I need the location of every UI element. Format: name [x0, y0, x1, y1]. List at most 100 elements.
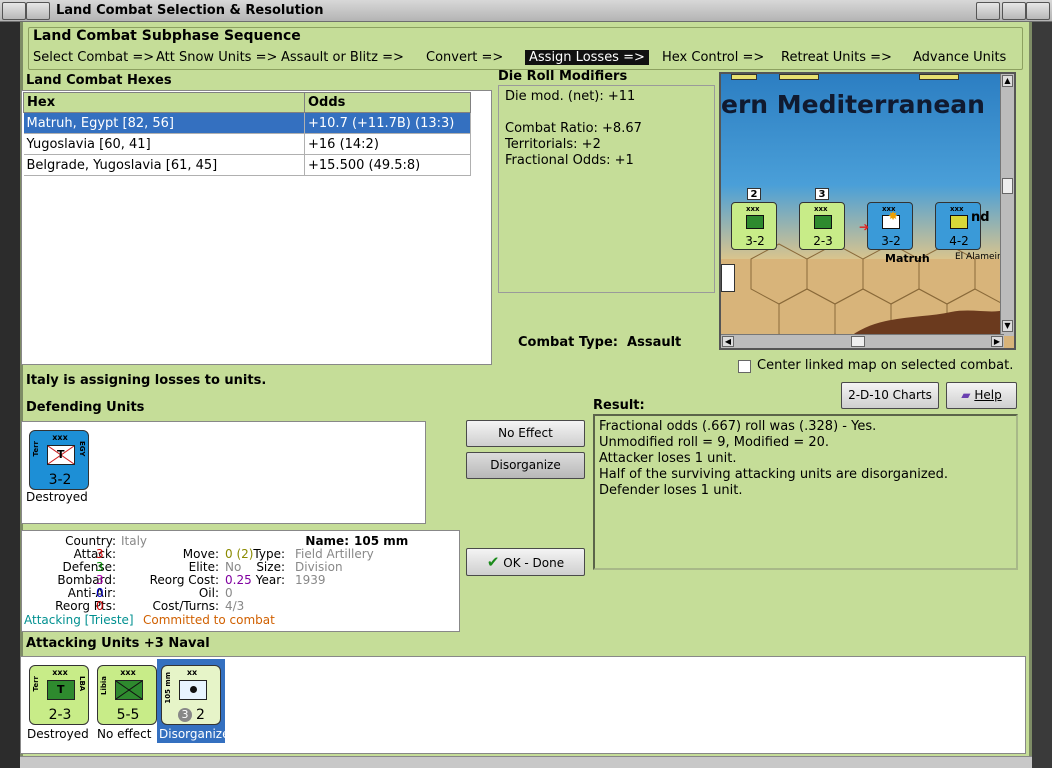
scroll-thumb[interactable]: [851, 336, 865, 347]
scroll-right-icon[interactable]: ▶: [991, 336, 1003, 347]
unit-symbol-icon: [950, 215, 968, 229]
ok-done-button[interactable]: ✔ OK - Done: [466, 548, 585, 576]
help-button[interactable]: ▰ Help: [946, 382, 1017, 409]
minimize-button[interactable]: [26, 2, 50, 20]
center-map-label: Center linked map on selected combat.: [757, 358, 1014, 373]
map-counter-partial[interactable]: [721, 264, 735, 292]
counter-value: 3-2: [745, 234, 765, 248]
map-vertical-scrollbar[interactable]: ▲ ▼: [1000, 74, 1014, 336]
disorganize-button[interactable]: Disorganize: [466, 452, 585, 479]
counter-value: 2: [196, 707, 205, 723]
map-counter-edge: [919, 74, 959, 80]
scroll-thumb[interactable]: [1002, 178, 1013, 194]
country-value: Italy: [121, 534, 148, 548]
ok-done-label: OK - Done: [503, 556, 565, 570]
seq-step-assign-losses: Assign Losses =>: [525, 50, 649, 65]
linked-map[interactable]: ern Mediterranean xxx 3-2 2 xxx 2-3 3 xx…: [719, 72, 1016, 350]
hex-column-header[interactable]: Hex: [23, 92, 305, 113]
territorial-symbol-icon: T: [47, 680, 75, 700]
move-number: 0: [225, 547, 233, 561]
attacking-unit-counter[interactable]: xxx Libia 5-5: [97, 665, 157, 725]
infantry-symbol-icon: [746, 215, 764, 229]
attacking-unit-counter[interactable]: xx 105 mm 3 2: [161, 665, 221, 725]
help-book-icon: ▰: [961, 388, 971, 402]
territorial-symbol-icon: T: [47, 445, 75, 465]
table-row[interactable]: Belgrade, Yugoslavia [61, 45] +15.500 (4…: [23, 154, 471, 176]
map-counter[interactable]: xxx 2-3: [799, 202, 845, 250]
defending-unit-caption: Destroyed: [26, 490, 88, 504]
hex-cell: Belgrade, Yugoslavia [61, 45]: [23, 154, 305, 176]
scroll-down-icon[interactable]: ▼: [1002, 320, 1013, 332]
combat-type-value: Assault: [627, 335, 682, 350]
modifiers-title: Die Roll Modifiers: [498, 69, 628, 84]
table-row[interactable]: Matruh, Egypt [82, 56] +10.7 (+11.7B) (1…: [23, 112, 471, 134]
counter-value: 4-2: [949, 234, 969, 248]
title-bar: Land Combat Selection & Resolution: [0, 0, 1052, 22]
scroll-left-icon[interactable]: ◀: [722, 336, 734, 347]
attacking-unit-caption: Destroyed: [27, 727, 89, 741]
attacking-units-box: xxx Terr LBA T 2-3 Destroyed xxx Libia 5…: [20, 656, 1026, 754]
odds-cell: +15.500 (49.5:8): [304, 154, 471, 176]
seq-step-advance: Advance Units: [913, 50, 1007, 65]
modifier-line: Territorials: +2: [505, 137, 601, 152]
help-button-label: Help: [974, 388, 1002, 402]
artillery-symbol-icon: [179, 680, 207, 700]
counter-right-label: EGY: [78, 441, 86, 457]
disorganized-badge: 3: [178, 708, 192, 722]
attacking-unit-caption: Disorganized: [159, 727, 238, 741]
attacking-status: Attacking [Trieste]: [24, 613, 134, 627]
no-effect-button[interactable]: No Effect: [466, 420, 585, 447]
attacking-unit-counter[interactable]: xxx Terr LBA T 2-3: [29, 665, 89, 725]
system-menu-button[interactable]: [2, 2, 26, 20]
maximize-button[interactable]: [976, 2, 1000, 20]
counter-value: 2-3: [48, 707, 72, 723]
counter-left-label: Libia: [100, 676, 108, 695]
stack-count-badge: 2: [747, 188, 761, 200]
symbol-letter: T: [57, 448, 65, 461]
hexes-table: Hex Odds Matruh, Egypt [82, 56] +10.7 (+…: [23, 92, 471, 176]
restore-button[interactable]: [1002, 2, 1026, 20]
center-map-checkbox[interactable]: [738, 360, 751, 373]
map-title: ern Mediterranean: [721, 90, 985, 119]
window-title: Land Combat Selection & Resolution: [56, 3, 324, 18]
close-button[interactable]: [1026, 2, 1050, 20]
map-counter-edge: [731, 74, 757, 80]
counter-left-label: 105 mm: [164, 672, 172, 704]
defending-unit-counter[interactable]: xxx Terr EGY T 3-2: [29, 430, 89, 490]
table-row[interactable]: Yugoslavia [60, 41] +16 (14:2): [23, 133, 471, 155]
charts-button[interactable]: 2-D-10 Charts: [841, 382, 939, 409]
counter-left-label: Terr: [32, 441, 40, 457]
map-counter[interactable]: xxx 3-2: [731, 202, 777, 250]
map-place-el-alamein: El Alamein: [955, 252, 1003, 262]
modifier-line-blank: [505, 105, 642, 121]
seq-step-att-snow: Att Snow Units =>: [156, 50, 278, 65]
side-strip: [1032, 22, 1052, 768]
counter-value: 3-2: [48, 472, 72, 488]
odds-cell: +16 (14:2): [304, 133, 471, 155]
scroll-up-icon[interactable]: ▲: [1002, 75, 1013, 87]
seq-step-retreat: Retreat Units =>: [781, 50, 892, 65]
map-counter-edge: [779, 74, 819, 80]
map-place-matruh: Matruh: [885, 252, 930, 265]
result-line: Defender loses 1 unit.: [599, 483, 743, 498]
odds-column-header[interactable]: Odds: [304, 92, 471, 113]
counter-right-label: LBA: [78, 676, 86, 692]
result-line: Half of the surviving attacking units ar…: [599, 467, 949, 482]
map-counter[interactable]: xxx ✸ 3-2: [867, 202, 913, 250]
odds-cell: +10.7 (+11.7B) (13:3): [304, 112, 471, 134]
modifiers-box: Die mod. (net): +11 Combat Ratio: +8.67 …: [498, 85, 715, 293]
infantry-symbol-icon: [814, 215, 832, 229]
sequence-box: Land Combat Subphase Sequence Select Com…: [28, 27, 1023, 70]
reorg-pts-value: 0: [96, 599, 104, 613]
stack-count-badge: 3: [815, 188, 829, 200]
hex-cell: Yugoslavia [60, 41]: [23, 133, 305, 155]
map-horizontal-scrollbar[interactable]: ◀ ▶: [721, 334, 1004, 348]
move-extra: (2): [236, 547, 254, 561]
counter-value: 5-5: [116, 707, 140, 723]
seq-step-assault-blitz: Assault or Blitz =>: [281, 50, 404, 65]
symbol-letter: T: [57, 683, 65, 696]
modifier-line: Fractional Odds: +1: [505, 153, 634, 168]
result-line: Attacker loses 1 unit.: [599, 451, 737, 466]
committed-status: Committed to combat: [143, 613, 275, 627]
checkmark-icon: ✔: [486, 553, 500, 571]
